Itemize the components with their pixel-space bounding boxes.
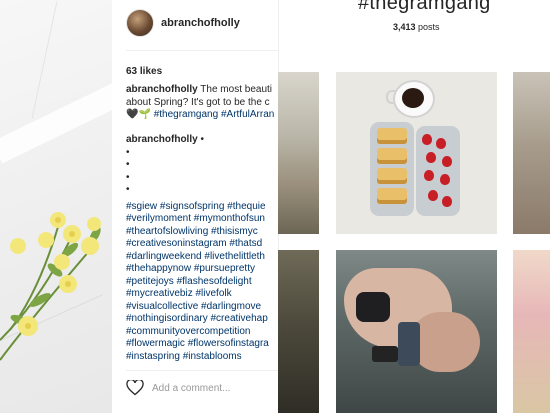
- stone: [356, 292, 390, 322]
- bullet-line: [126, 159, 269, 172]
- add-comment-input[interactable]: Add a comment...: [152, 383, 230, 394]
- caption-username[interactable]: abranchofholly: [126, 84, 198, 95]
- post-image: [0, 0, 112, 413]
- bullet-line: [126, 184, 269, 197]
- strawberry: [428, 190, 438, 201]
- cake-slice: [377, 128, 407, 144]
- hashtag-line[interactable]: #instaspring #instablooms: [126, 351, 269, 364]
- grid-post-thumbnail[interactable]: [278, 72, 319, 234]
- hashtag-line[interactable]: #communityovercompetition: [126, 326, 269, 339]
- cake-slice: [377, 168, 407, 184]
- post-caption: abranchofholly The most beauti about Spr…: [126, 84, 278, 122]
- post-count: 3,413 posts: [393, 22, 440, 32]
- strawberry: [424, 170, 434, 181]
- bullet-line: [126, 172, 269, 185]
- grid-post-thumbnail[interactable]: [278, 250, 319, 413]
- post-header: abranchofholly: [126, 8, 276, 38]
- hashtag-line[interactable]: #verilymoment #mymonthofsun: [126, 213, 269, 226]
- hashtag-line[interactable]: #nothingisordinary #creativehap: [126, 313, 269, 326]
- flowers-illustration: [0, 212, 101, 361]
- comment-suffix: •: [200, 134, 204, 145]
- header-divider: [126, 50, 278, 51]
- likes-count[interactable]: 63 likes: [126, 66, 162, 77]
- strawberry: [442, 196, 452, 207]
- caption-text-2: about Spring? It's got to be the c: [126, 96, 270, 108]
- hashtag-line[interactable]: #petitejoys #flashesofdelight: [126, 276, 269, 289]
- comment-hashtags: #sgiew #signsofspring #thequie #verilymo…: [126, 201, 269, 364]
- strawberry: [442, 156, 452, 167]
- oil-bottle-cap: [372, 346, 398, 362]
- cake-slice: [377, 188, 407, 204]
- hashtag-line[interactable]: #creativesoninstagram #thatsd: [126, 238, 269, 251]
- strawberry: [440, 174, 450, 185]
- hashtag-line[interactable]: #darlingweekend #livethelittleth: [126, 251, 269, 264]
- caption-emoji: 🖤🌱: [126, 109, 151, 120]
- hashtag-line[interactable]: #visualcollective #darlingmove: [126, 301, 269, 314]
- hashtag-line[interactable]: #thehappynow #pursuepretty: [126, 263, 269, 276]
- hashtag-line[interactable]: #theartofslowliving #thisismyc: [126, 226, 269, 239]
- hashtag-line[interactable]: #sgiew #signsofspring #thequie: [126, 201, 269, 214]
- bullet-line: [126, 147, 269, 160]
- post-username[interactable]: abranchofholly: [161, 17, 240, 29]
- caption-hashtags[interactable]: #thegramgang #ArtfulArran: [154, 109, 275, 120]
- post-count-number: 3,413: [393, 22, 416, 32]
- comment-row: Add a comment...: [126, 380, 230, 396]
- comment-username[interactable]: abranchofholly: [126, 134, 198, 145]
- comment-bullets: [126, 147, 269, 197]
- hand: [410, 312, 480, 372]
- hashtag-line[interactable]: #flowermagic #flowersofinstagra: [126, 338, 269, 351]
- post-count-label: posts: [418, 22, 440, 32]
- comment: abranchofholly • #sgiew #signsofspring #…: [126, 134, 269, 363]
- heart-icon[interactable]: [126, 380, 144, 396]
- hashtag-line[interactable]: #mycreativebiz #livefolk: [126, 288, 269, 301]
- strawberry: [422, 134, 432, 145]
- hashtag-title: #thegramgang: [358, 0, 491, 14]
- strawberry: [426, 152, 436, 163]
- grid-post-thumbnail[interactable]: [513, 250, 550, 413]
- comment-divider: [126, 370, 278, 371]
- grid-post-thumbnail[interactable]: [513, 72, 550, 234]
- cake-slice: [377, 148, 407, 164]
- strawberry: [436, 138, 446, 149]
- avatar[interactable]: [126, 9, 154, 37]
- post-detail-panel: abranchofholly 63 likes abranchofholly T…: [112, 0, 279, 413]
- caption-text-1: The most beauti: [200, 84, 273, 95]
- oil-bottle: [398, 322, 420, 366]
